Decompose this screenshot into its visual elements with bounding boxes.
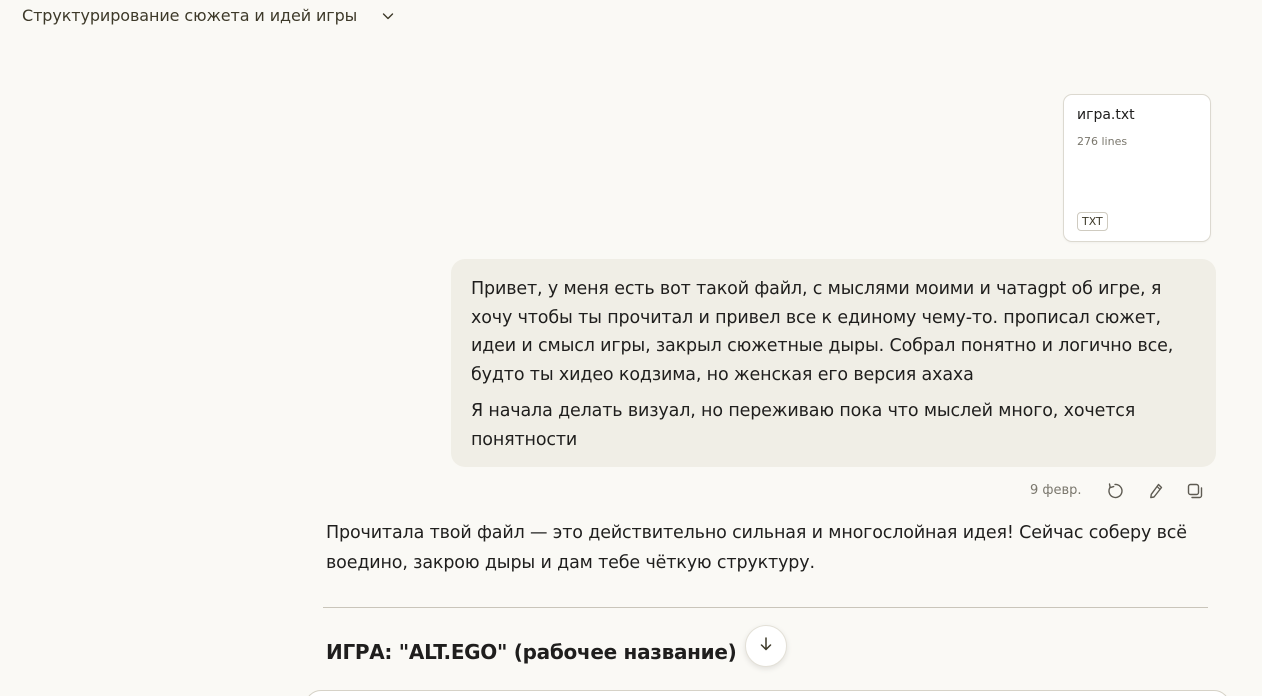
chat-title-button[interactable]: Структурирование сюжета и идей игры — [14, 0, 403, 30]
attachment-filename: игра.txt — [1077, 107, 1135, 123]
message-composer[interactable] — [305, 690, 1230, 696]
attachment-line-count: 276 lines — [1077, 135, 1128, 148]
file-attachment-card[interactable]: игра.txt 276 lines TXT — [1063, 94, 1211, 242]
assistant-message: Прочитала твой файл — это действительно … — [326, 518, 1206, 578]
chat-header: Структурирование сюжета и идей игры — [0, 0, 1262, 34]
copy-button[interactable] — [1182, 480, 1208, 506]
message-actions-bar: 9 февр. — [1020, 480, 1220, 506]
retry-icon — [1105, 481, 1125, 505]
copy-icon — [1185, 481, 1205, 505]
section-divider — [323, 607, 1208, 608]
assistant-message-text: Прочитала твой файл — это действительно … — [326, 523, 1187, 573]
message-date: 9 февр. — [1030, 483, 1082, 498]
user-message-bubble: Привет, у меня есть вот такой файл, с мы… — [451, 259, 1216, 467]
retry-button[interactable] — [1102, 480, 1128, 506]
arrow-down-icon — [757, 635, 775, 657]
user-message-paragraph: Привет, у меня есть вот такой файл, с мы… — [471, 279, 1174, 385]
edit-icon — [1146, 481, 1166, 505]
scroll-to-bottom-button[interactable] — [745, 625, 787, 667]
chat-title: Структурирование сюжета и идей игры — [22, 5, 358, 25]
chevron-down-icon — [381, 8, 395, 22]
chat-page: Структурирование сюжета и идей игры игра… — [0, 0, 1262, 696]
attachment-type-badge: TXT — [1077, 212, 1108, 231]
assistant-heading: ИГРА: "ALT.EGO" (рабочее название) — [326, 640, 737, 664]
user-message-paragraph: Я начала делать визуал, но переживаю пок… — [471, 401, 1136, 450]
edit-button[interactable] — [1143, 480, 1169, 506]
